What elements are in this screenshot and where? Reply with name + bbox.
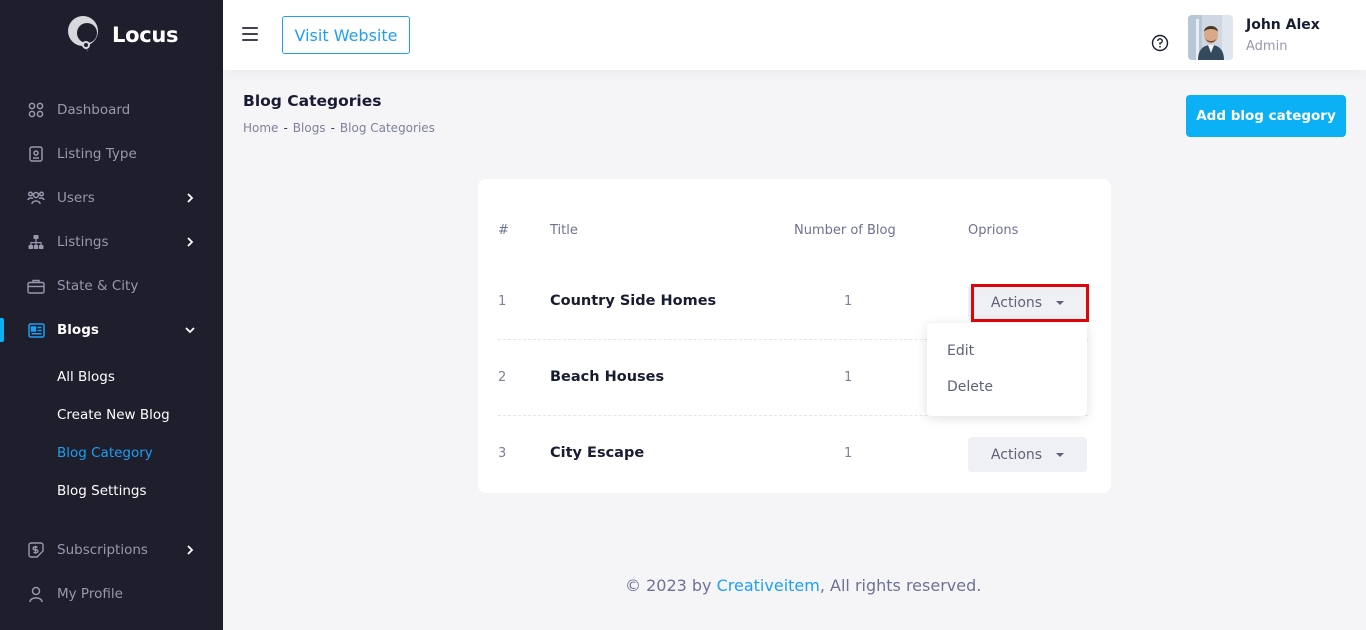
sidebar-item-listings[interactable]: Listings — [0, 222, 223, 262]
actions-label: Actions — [990, 446, 1043, 463]
row-title: Beach Houses — [550, 369, 665, 385]
sidebar-item-label: Subscriptions — [57, 542, 148, 558]
actions-dropdown-menu: Edit Delete — [927, 323, 1087, 416]
sidebar-item-label: Blogs — [57, 322, 99, 338]
breadcrumb-current: Blog Categories — [339, 121, 435, 135]
actions-dropdown-button[interactable]: Actions — [968, 437, 1087, 472]
footer: © 2023 by Creativeitem, All rights reser… — [625, 576, 981, 595]
user-icon — [27, 585, 45, 603]
actions-dropdown-button[interactable]: Actions — [968, 285, 1087, 320]
page-title: Blog Categories — [243, 92, 382, 110]
edit-menu-item[interactable]: Edit — [947, 343, 974, 359]
sidebar-item-label: My Profile — [57, 586, 123, 602]
top-header: Visit Website John Alex Admin — [223, 0, 1366, 70]
add-blog-category-button[interactable]: Add blog category — [1186, 95, 1346, 137]
column-header-count: Number of Blog — [794, 223, 896, 238]
sidebar-item-label: State & City — [57, 278, 139, 294]
breadcrumb-blogs[interactable]: Blogs — [293, 121, 326, 135]
sidebar-item-subscriptions[interactable]: Subscriptions — [0, 530, 223, 570]
sidebar-item-dashboard[interactable]: Dashboard — [0, 90, 223, 130]
submenu-item-blog-settings[interactable]: Blog Settings — [57, 480, 147, 502]
chevron-right-icon — [185, 237, 195, 247]
sidebar-item-my-profile[interactable]: My Profile — [0, 574, 223, 614]
footer-prefix: © 2023 by — [625, 576, 717, 595]
row-blog-count: 1 — [844, 370, 853, 385]
dashboard-grid-icon — [27, 101, 45, 119]
sidebar-item-users[interactable]: Users — [0, 178, 223, 218]
breadcrumb-home[interactable]: Home — [243, 121, 278, 135]
actions-label: Actions — [990, 294, 1043, 311]
row-number: 1 — [498, 294, 507, 309]
footer-suffix: , All rights reserved. — [819, 576, 982, 595]
submenu-item-all-blogs[interactable]: All Blogs — [57, 366, 115, 388]
footer-creativeitem-link[interactable]: Creativeitem — [717, 576, 820, 595]
users-icon — [27, 189, 45, 207]
newspaper-icon — [27, 321, 45, 339]
column-header-number: # — [498, 223, 509, 238]
sidebar-item-label: Listing Type — [57, 146, 137, 162]
sitemap-icon — [27, 233, 45, 251]
column-header-options: Oprions — [968, 223, 1019, 238]
caret-down-icon — [1056, 300, 1065, 305]
sidebar-item-label: Users — [57, 190, 95, 206]
dollar-tag-icon — [27, 541, 45, 559]
sidebar-item-listing-type[interactable]: Listing Type — [0, 134, 223, 174]
row-blog-count: 1 — [844, 294, 853, 309]
row-number: 2 — [498, 370, 507, 385]
row-blog-count: 1 — [844, 446, 853, 461]
sidebar-item-state-city[interactable]: State & City — [0, 266, 223, 306]
user-name: John Alex — [1246, 17, 1320, 33]
submenu-item-blog-category[interactable]: Blog Category — [57, 442, 153, 464]
sidebar: Locus Dashboard Listing Type Users Listi… — [0, 0, 223, 630]
column-header-title: Title — [550, 223, 578, 238]
help-circle-icon[interactable] — [1151, 34, 1169, 52]
brand[interactable]: Locus — [66, 14, 179, 56]
locus-logo-icon — [68, 16, 98, 52]
sidebar-item-label: Listings — [57, 234, 109, 250]
document-icon — [27, 145, 45, 163]
sidebar-item-blogs[interactable]: Blogs — [0, 310, 223, 350]
breadcrumb: Home - Blogs - Blog Categories — [243, 121, 435, 135]
table-row: 3 City Escape 1 Actions — [498, 416, 1088, 492]
briefcase-icon — [27, 277, 45, 295]
row-title: City Escape — [550, 445, 645, 461]
brand-name: Locus — [112, 23, 179, 47]
chevron-down-icon — [185, 325, 195, 335]
visit-website-button[interactable]: Visit Website — [282, 16, 410, 54]
breadcrumb-separator: - — [283, 121, 288, 135]
hamburger-menu-icon[interactable] — [242, 27, 260, 43]
row-title: Country Side Homes — [550, 293, 717, 309]
breadcrumb-separator: - — [330, 121, 335, 135]
avatar[interactable] — [1188, 15, 1233, 60]
chevron-right-icon — [185, 193, 195, 203]
caret-down-icon — [1056, 452, 1065, 457]
row-number: 3 — [498, 446, 507, 461]
chevron-right-icon — [185, 545, 195, 555]
sidebar-item-label: Dashboard — [57, 102, 131, 118]
delete-menu-item[interactable]: Delete — [947, 379, 993, 395]
user-role: Admin — [1246, 39, 1288, 54]
submenu-item-create-new-blog[interactable]: Create New Blog — [57, 404, 170, 426]
